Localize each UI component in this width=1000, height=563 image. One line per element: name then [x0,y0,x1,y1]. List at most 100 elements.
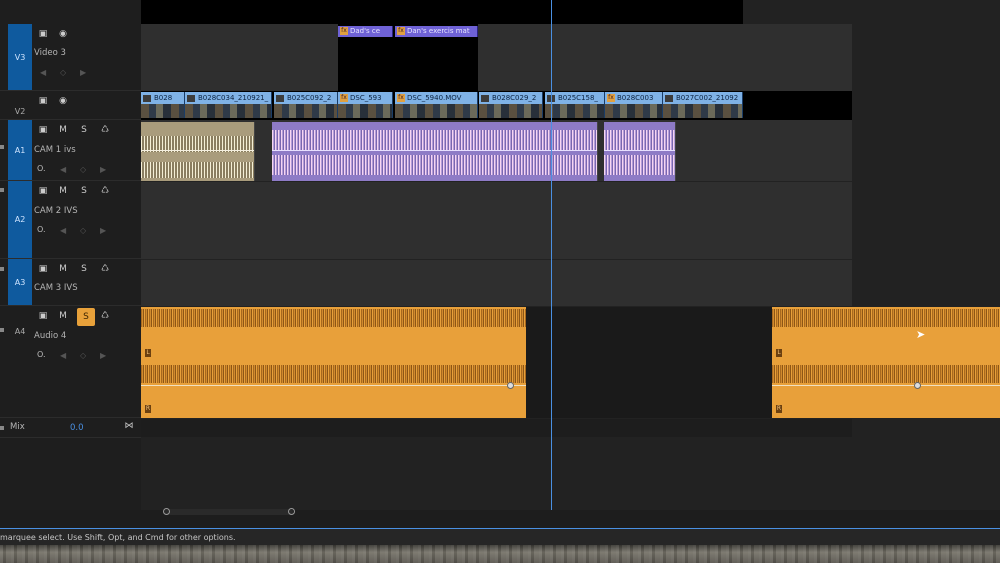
sync-lock-icon[interactable]: ▣ [36,27,50,41]
clip-label: B028C034_210921_ [198,94,269,102]
lane-v3[interactable] [141,24,852,91]
v3-clip[interactable]: fx Dad's ce [338,26,393,37]
lane-mix[interactable] [141,419,852,437]
volume-rubberband[interactable] [141,385,526,386]
mute-button[interactable]: M [56,123,70,137]
volume-rubberband[interactable] [141,150,254,151]
track-edge-marker [0,426,4,430]
volume-knob-icon[interactable]: O. [37,225,46,234]
volume-rubberband[interactable] [604,150,675,151]
add-keyframe-icon[interactable]: ◇ [80,165,86,174]
mix-end-icon[interactable]: ⋈ [122,419,136,433]
a1-audio-clip[interactable] [604,122,676,181]
track-target-a4[interactable]: A4 [8,324,32,338]
playhead[interactable] [551,0,552,510]
prev-keyframe-icon[interactable]: ◀ [40,68,46,77]
mute-button[interactable]: M [56,309,70,323]
volume-knob-icon[interactable]: O. [37,164,46,173]
a4-audio-clip[interactable]: L R [772,307,1000,418]
v2-clip[interactable]: B027C002_21092 [663,92,743,118]
track-header-a2: A2 ▣ M S ♺ CAM 2 IVS O. ◀ ◇ ▶ [0,181,141,259]
next-keyframe-icon[interactable]: ▶ [100,165,106,174]
v2-clip[interactable]: fx DSC_5940.MOV [395,92,478,118]
next-keyframe-icon[interactable]: ▶ [100,226,106,235]
clip-label: B028 [154,94,173,102]
v3-clip[interactable]: fx Dan's exercis mat [395,26,478,37]
mix-label: Mix [10,422,25,432]
solo-button[interactable]: S [77,308,95,326]
lane-a2[interactable] [141,182,852,259]
v2-clip[interactable]: B025C092_2 [274,92,338,118]
fx-icon: fx [397,94,405,102]
sync-lock-icon[interactable]: ▣ [36,262,50,276]
solo-button[interactable]: S [77,123,91,137]
v2-clip[interactable]: B025C158_ [545,92,605,118]
clip-thumbnail [605,104,662,118]
track-target-a3[interactable]: A3 [8,259,32,305]
add-keyframe-icon[interactable]: ◇ [80,226,86,235]
scrollbar-handle-left[interactable] [163,508,170,515]
keyframe-marker[interactable] [507,382,514,389]
track-target-a1[interactable]: A1 [8,120,32,180]
prev-keyframe-icon[interactable]: ◀ [60,351,66,360]
track-header-v2: V2 ▣ ◉ [0,91,141,120]
clip-thumbnail [395,104,477,118]
sync-lock-icon[interactable]: ▣ [36,309,50,323]
scrollbar-handle-right[interactable] [288,508,295,515]
horizontal-scrollbar[interactable] [141,508,852,518]
video-clip-icon [187,94,195,102]
video-clip-icon [276,94,284,102]
volume-rubberband[interactable] [272,150,597,151]
add-keyframe-icon[interactable]: ◇ [60,68,66,77]
mix-volume-value[interactable]: 0.0 [70,423,84,433]
add-keyframe-icon[interactable]: ◇ [80,351,86,360]
sync-lock-icon[interactable]: ▣ [36,94,50,108]
sync-lock-icon[interactable]: ▣ [36,184,50,198]
track-target-v3[interactable]: V3 [8,24,32,90]
volume-rubberband[interactable] [772,385,1000,386]
a1-audio-clip[interactable] [141,122,255,181]
track-headers: V3 ▣ ◉ Video 3 ◀ ◇ ▶ V2 ▣ ◉ A1 ▣ M S ♺ C… [0,0,141,510]
a4-audio-clip[interactable]: L R [141,307,526,418]
keyframe-marker[interactable] [914,382,921,389]
solo-button[interactable]: S [77,184,91,198]
v2-clip[interactable]: fx DSC_593 [338,92,393,118]
waveform [272,155,597,175]
prev-keyframe-icon[interactable]: ◀ [60,226,66,235]
waveform [141,365,526,383]
track-target-a2[interactable]: A2 [8,181,32,258]
v2-clip[interactable]: B028 [141,92,185,118]
eye-icon[interactable]: ◉ [56,94,70,108]
timeline-area[interactable]: fx Dad's ce fx Dan's exercis mat B028 B028… [141,0,1000,510]
mouse-cursor-icon: ➤ [916,328,926,341]
next-keyframe-icon[interactable]: ▶ [100,351,106,360]
microphone-icon[interactable]: ♺ [98,309,112,323]
scrollbar-thumb[interactable] [163,509,293,515]
track-target-v2[interactable]: V2 [8,105,32,117]
a1-audio-clip[interactable] [272,122,598,181]
clip-label: Dad's ce [350,27,381,35]
clip-label: B027C002_21092 [676,94,739,102]
waveform [604,130,675,150]
clip-label: DSC_5940.MOV [407,94,462,102]
mute-button[interactable]: M [56,262,70,276]
lane-a3[interactable] [141,260,852,306]
sync-lock-icon[interactable]: ▣ [36,123,50,137]
prev-keyframe-icon[interactable]: ◀ [60,165,66,174]
volume-knob-icon[interactable]: O. [37,350,46,359]
next-keyframe-icon[interactable]: ▶ [80,68,86,77]
v2-clip[interactable]: fx B028C003 [605,92,663,118]
waveform [772,365,1000,383]
solo-button[interactable]: S [77,262,91,276]
status-bar: marquee select. Use Shift, Opt, and Cmd … [0,528,1000,546]
mute-button[interactable]: M [56,184,70,198]
v2-clip[interactable]: B028C029_2 [479,92,543,118]
waveform [141,162,254,178]
eye-icon[interactable]: ◉ [56,27,70,41]
fx-icon: fx [340,27,348,35]
microphone-icon[interactable]: ♺ [98,123,112,137]
waveform [141,309,526,327]
v2-clip[interactable]: B028C034_210921_ [185,92,272,118]
microphone-icon[interactable]: ♺ [98,262,112,276]
microphone-icon[interactable]: ♺ [98,184,112,198]
